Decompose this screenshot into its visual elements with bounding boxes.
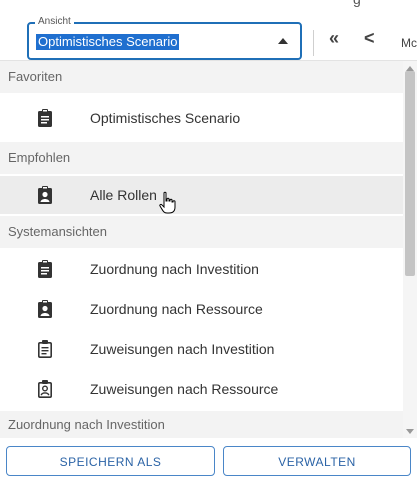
first-page-button[interactable]: «: [329, 28, 339, 49]
group-header-empfohlen: Empfohlen: [0, 142, 403, 174]
caret-up-icon: [278, 38, 288, 44]
scroll-down-arrow-icon[interactable]: [406, 429, 414, 434]
list-item-zuweisungen-nach-investition[interactable]: Zuweisungen nach Investition: [0, 330, 403, 368]
view-select-label: Ansicht: [35, 16, 74, 28]
list-item-alle-rollen[interactable]: Alle Rollen: [0, 176, 403, 214]
list-item-label: Optimistisches Scenario: [90, 110, 241, 126]
scrollbar-thumb[interactable]: [405, 71, 415, 276]
previous-page-button[interactable]: <: [364, 28, 375, 49]
list-item-partial[interactable]: Zuordnung nach Investition: [0, 411, 403, 438]
clipboard-user-icon: [38, 300, 52, 318]
manage-button[interactable]: VERWALTEN: [223, 446, 411, 476]
list-item-zuweisungen-nach-ressource[interactable]: Zuweisungen nach Ressource: [0, 370, 403, 408]
list-item-zuordnung-nach-ressource[interactable]: Zuordnung nach Ressource: [0, 290, 403, 328]
view-dropdown-list: Favoriten Optimistisches Scenario Empfoh…: [0, 60, 417, 438]
view-toolbar: g Ansicht Optimistisches Scenario « < Mc: [0, 0, 417, 60]
list-item-label: Zuordnung nach Investition: [90, 261, 259, 277]
list-item-label: Zuweisungen nach Investition: [90, 341, 275, 357]
clipboard-user-icon: [38, 186, 52, 204]
view-select[interactable]: Ansicht Optimistisches Scenario: [27, 16, 302, 60]
list-item-label: Zuordnung nach Ressource: [90, 301, 263, 317]
hand-pointer-icon: [159, 191, 176, 214]
clipped-top-text: g: [353, 0, 361, 7]
dropdown-footer: SPEICHERN ALS VERWALTEN: [0, 438, 417, 479]
clipboard-user-outline-icon: [37, 380, 52, 398]
view-select-value: Optimistisches Scenario: [36, 34, 180, 50]
toolbar-divider: [313, 30, 314, 56]
clipped-text: Mc: [401, 36, 417, 50]
clipboard-list-icon: [38, 109, 52, 127]
clipboard-list-outline-icon: [37, 340, 52, 358]
group-header-favoriten: Favoriten: [0, 61, 403, 93]
list-item-optimistisches-scenario[interactable]: Optimistisches Scenario: [0, 99, 403, 137]
list-item-label: Alle Rollen: [90, 187, 157, 203]
clipboard-list-icon: [38, 260, 52, 278]
list-item-zuordnung-nach-investition[interactable]: Zuordnung nach Investition: [0, 250, 403, 288]
list-item-label: Zuweisungen nach Ressource: [90, 381, 279, 397]
save-as-button[interactable]: SPEICHERN ALS: [6, 446, 215, 476]
dropdown-scrollbar[interactable]: [403, 61, 417, 438]
group-header-systemansichten: Systemansichten: [0, 216, 403, 248]
